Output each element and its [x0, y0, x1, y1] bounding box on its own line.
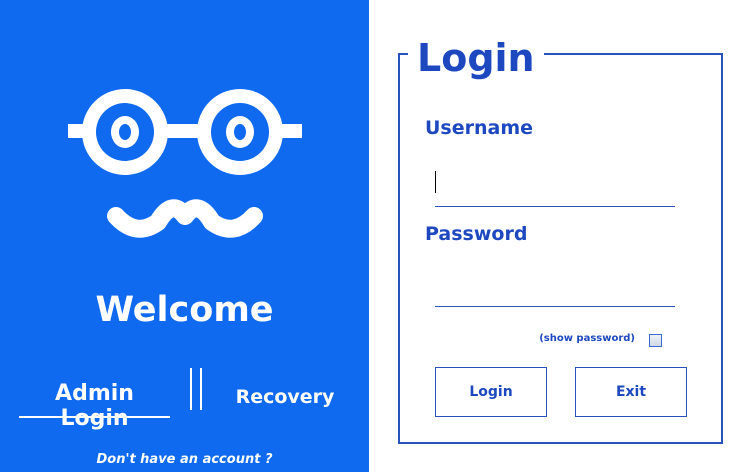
text-cursor: [435, 171, 436, 193]
left-panel: Welcome Admin Login Recovery Don't have …: [0, 0, 369, 472]
exit-button[interactable]: Exit: [575, 367, 687, 417]
nav-divider: [190, 368, 202, 410]
login-title: Login: [408, 34, 544, 82]
signup-link[interactable]: Don't have an account ?: [0, 452, 369, 467]
recovery-tab[interactable]: Recovery: [230, 386, 340, 408]
admin-login-tab[interactable]: Admin Login: [19, 378, 170, 431]
show-password-checkbox[interactable]: [649, 334, 662, 347]
login-button[interactable]: Login: [435, 367, 547, 417]
password-label: Password: [425, 223, 528, 245]
username-field[interactable]: [435, 175, 675, 207]
password-field[interactable]: [435, 275, 675, 307]
username-label: Username: [425, 117, 534, 139]
show-password-label: (show password): [539, 333, 635, 344]
welcome-heading: Welcome: [95, 290, 274, 330]
glasses-mustache-icon: [68, 89, 302, 238]
